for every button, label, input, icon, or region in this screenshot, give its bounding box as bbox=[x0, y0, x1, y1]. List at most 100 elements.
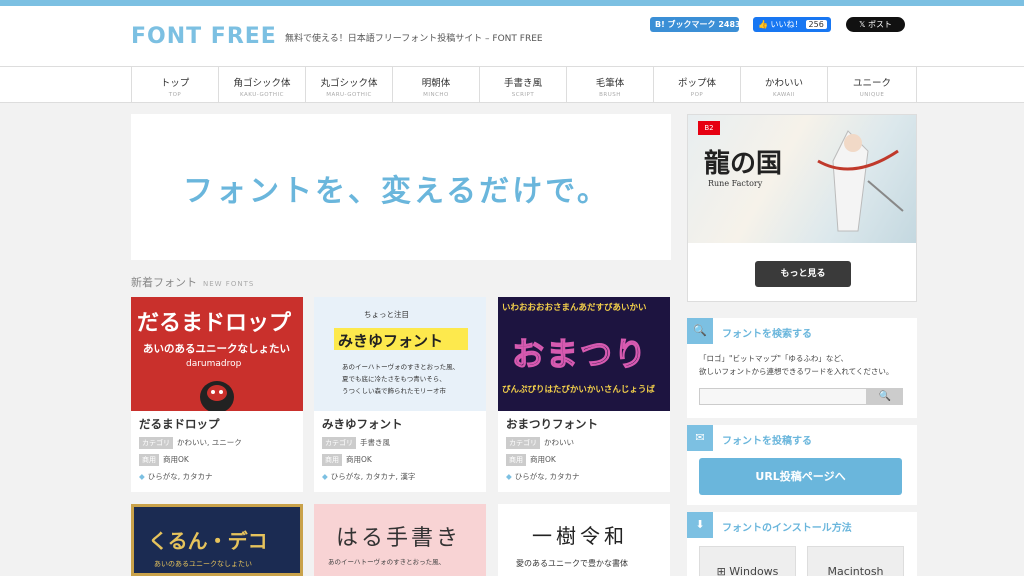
font-thumbnail[interactable]: いわおおおおさまんあだすびあいかい おまつり ぴんぷぴりはたびかいかいさんじょう… bbox=[498, 297, 670, 411]
nav-label: 明朝体 bbox=[421, 78, 451, 89]
thumbnail-subtitle: 愛のあるユニークで豊かな書体 bbox=[516, 559, 628, 568]
nav-sublabel: MARU-GOTHIC bbox=[326, 92, 372, 98]
thumbnail-subtitle: あいのあるユニークなしょたい bbox=[143, 343, 290, 355]
thumbnail-title: おまつり bbox=[511, 334, 649, 373]
widget-header: ✉ フォントを投稿する bbox=[687, 425, 917, 451]
daruma-icon bbox=[200, 381, 234, 411]
nav-item-pop[interactable]: ポップ体 POP bbox=[653, 67, 740, 103]
like-count: 256 bbox=[805, 20, 827, 29]
mac-button[interactable]: Macintosh bbox=[807, 546, 904, 576]
category-row: カテゴリ 手書き風 bbox=[322, 437, 390, 449]
facebook-like-button[interactable]: 👍 いいね！ 256 bbox=[753, 17, 831, 32]
nav-sublabel: TOP bbox=[168, 92, 182, 98]
font-thumbnail[interactable]: 一樹令和 愛のあるユニークで豊かな書体 bbox=[498, 504, 670, 576]
thumbnail-title: はる手書き bbox=[336, 526, 462, 551]
category-tag: カテゴリ bbox=[139, 437, 173, 449]
font-card-darumadrop[interactable]: だるまドロップ あいのあるユニークなしょたい darumadrop だるまドロッ… bbox=[131, 297, 303, 492]
nav-item-unique[interactable]: ユニーク UNIQUE bbox=[827, 67, 917, 103]
font-card-kurun-deco[interactable]: くるん・デコ あいのあるユニークなしょたい bbox=[131, 504, 303, 576]
nav-item-top[interactable]: トップ TOP bbox=[131, 67, 218, 103]
search-description: 欲しいフォントから連想できるワードを入れてください。 bbox=[699, 367, 894, 376]
nav-sublabel: KAWAII bbox=[772, 92, 796, 98]
font-thumbnail[interactable]: だるまドロップ あいのあるユニークなしょたい darumadrop bbox=[131, 297, 303, 411]
font-card-haru-tegaki[interactable]: はる手書き あのイーハトーヴォのすきとおった風、 bbox=[314, 504, 486, 576]
search-description: 「ロゴ」"ビットマップ"「ゆるふわ」など、 bbox=[699, 354, 849, 363]
windows-icon: ⊞ bbox=[716, 565, 730, 576]
font-name[interactable]: おまつりフォント bbox=[506, 416, 598, 432]
nav-label: 手書き風 bbox=[503, 78, 542, 89]
thumbnail-top-line: いわおおおおさまんあだすびあいかい bbox=[502, 303, 647, 313]
font-thumbnail[interactable]: くるん・デコ あいのあるユニークなしょたい bbox=[131, 504, 303, 576]
nav-item-script[interactable]: 手書き風 SCRIPT bbox=[479, 67, 566, 103]
section-title-jp: 新着フォント bbox=[131, 276, 197, 289]
nav-label: 毛筆体 bbox=[595, 78, 625, 89]
font-card-ichiki-reiwa[interactable]: 一樹令和 愛のあるユニークで豊かな書体 bbox=[498, 504, 670, 576]
thumbnail-bottom-line: ぴんぷぴりはたびかいかいさんじょうば bbox=[502, 385, 655, 395]
category-tag: カテゴリ bbox=[322, 437, 356, 449]
hatena-bookmark-button[interactable]: B! ブックマーク 2483 bbox=[650, 17, 741, 32]
tag-icon: ◆ bbox=[506, 472, 512, 481]
font-name[interactable]: だるまドロップ bbox=[139, 416, 220, 432]
ad-subtitle: Rune Factory bbox=[708, 179, 763, 188]
ad-image[interactable]: B2 龍の国 Rune Factory bbox=[688, 115, 916, 243]
thumbnail-title: だるまドロップ bbox=[137, 311, 292, 336]
widget-header: 🔍 フォントを検索する bbox=[687, 318, 917, 344]
hero-banner[interactable]: フォントを、変えるだけで。 bbox=[131, 114, 671, 260]
commercial-tag: 商用 bbox=[322, 454, 342, 466]
ad-title: 龍の国 bbox=[704, 149, 783, 179]
nav-sublabel: KAKU-GOTHIC bbox=[240, 92, 284, 98]
thumbnail-line: 夏でも底に冷たさをもつ青いそら、 bbox=[342, 375, 446, 383]
category-value[interactable]: かわいい, ユニーク bbox=[177, 438, 242, 447]
widget-title: フォントを検索する bbox=[722, 329, 812, 340]
commercial-row: 商用 商用OK bbox=[506, 454, 556, 466]
widget-title: フォントを投稿する bbox=[722, 436, 812, 447]
nav-item-maru-gothic[interactable]: 丸ゴシック体 MARU-GOTHIC bbox=[305, 67, 392, 103]
font-thumbnail[interactable]: ちょっと注目 みきゆフォント あのイーハトーヴォのすきとおった風、 夏でも底に冷… bbox=[314, 297, 486, 411]
tag-icon: ◆ bbox=[322, 472, 328, 481]
search-icon: 🔍 bbox=[687, 318, 713, 344]
font-card-mikiyu[interactable]: ちょっと注目 みきゆフォント あのイーハトーヴォのすきとおった風、 夏でも底に冷… bbox=[314, 297, 486, 492]
thumbnail-subtitle: あのイーハトーヴォのすきとおった風、 bbox=[328, 558, 446, 566]
ad-badge: B2 bbox=[698, 121, 720, 135]
chars-value[interactable]: ひらがな, カタカナ, 漢字 bbox=[331, 472, 416, 481]
thumbnail-line: あのイーハトーヴォのすきとおった風、 bbox=[342, 363, 460, 371]
category-value[interactable]: 手書き風 bbox=[360, 438, 390, 447]
post-widget: ✉ フォントを投稿する URL投稿ページへ bbox=[687, 425, 917, 505]
font-card-omatsuri[interactable]: いわおおおおさまんあだすびあいかい おまつり ぴんぷぴりはたびかいかいさんじょう… bbox=[498, 297, 670, 492]
thumbnail-line: うつくしい森で飾られたモリーオ市 bbox=[342, 387, 446, 395]
mac-label: Macintosh bbox=[827, 565, 884, 576]
commercial-row: 商用 商用OK bbox=[139, 454, 189, 466]
font-thumbnail[interactable]: はる手書き あのイーハトーヴォのすきとおった風、 bbox=[314, 504, 486, 576]
nav-item-kawaii[interactable]: かわいい KAWAII bbox=[740, 67, 827, 103]
install-widget: ⬇ フォントのインストール方法 ⊞ Windows Macintosh bbox=[687, 512, 917, 576]
mail-icon: ✉ bbox=[687, 425, 713, 451]
nav-label: 角ゴシック体 bbox=[233, 78, 291, 89]
chars-value[interactable]: ひらがな, カタカナ bbox=[515, 472, 580, 481]
thumbnail-english: darumadrop bbox=[186, 359, 242, 369]
thumbnail-title: くるん・デコ bbox=[148, 529, 268, 553]
commercial-tag: 商用 bbox=[139, 454, 159, 466]
more-button[interactable]: もっと見る bbox=[755, 261, 851, 287]
nav-item-brush[interactable]: 毛筆体 BRUSH bbox=[566, 67, 653, 103]
url-post-button[interactable]: URL投稿ページへ bbox=[699, 458, 902, 495]
nav-sublabel: BRUSH bbox=[599, 92, 621, 98]
category-row: カテゴリ かわいい bbox=[506, 437, 574, 449]
nav-item-kaku-gothic[interactable]: 角ゴシック体 KAKU-GOTHIC bbox=[218, 67, 305, 103]
sidebar-ad: B2 龍の国 Rune Factory もっと見る bbox=[687, 114, 917, 302]
chars-row: ◆ ひらがな, カタカナ, 漢字 bbox=[322, 471, 415, 482]
widget-title: フォントのインストール方法 bbox=[722, 523, 852, 534]
x-post-button[interactable]: 𝕏 ポスト bbox=[846, 17, 905, 32]
nav-item-mincho[interactable]: 明朝体 MINCHO bbox=[392, 67, 479, 103]
windows-button[interactable]: ⊞ Windows bbox=[699, 546, 796, 576]
thumbnail-title: みきゆフォント bbox=[338, 332, 444, 350]
ad-illustration bbox=[817, 130, 904, 232]
site-logo[interactable]: FONT FREE bbox=[131, 24, 277, 49]
commercial-value: 商用OK bbox=[163, 455, 189, 464]
search-submit-button[interactable]: 🔍 bbox=[867, 388, 903, 405]
font-name[interactable]: みきゆフォント bbox=[322, 416, 403, 432]
section-title-en: NEW FONTS bbox=[203, 280, 255, 288]
search-input[interactable] bbox=[699, 388, 867, 405]
tag-icon: ◆ bbox=[139, 472, 145, 481]
chars-value[interactable]: ひらがな, カタカナ bbox=[148, 472, 213, 481]
category-value[interactable]: かわいい bbox=[544, 438, 574, 447]
